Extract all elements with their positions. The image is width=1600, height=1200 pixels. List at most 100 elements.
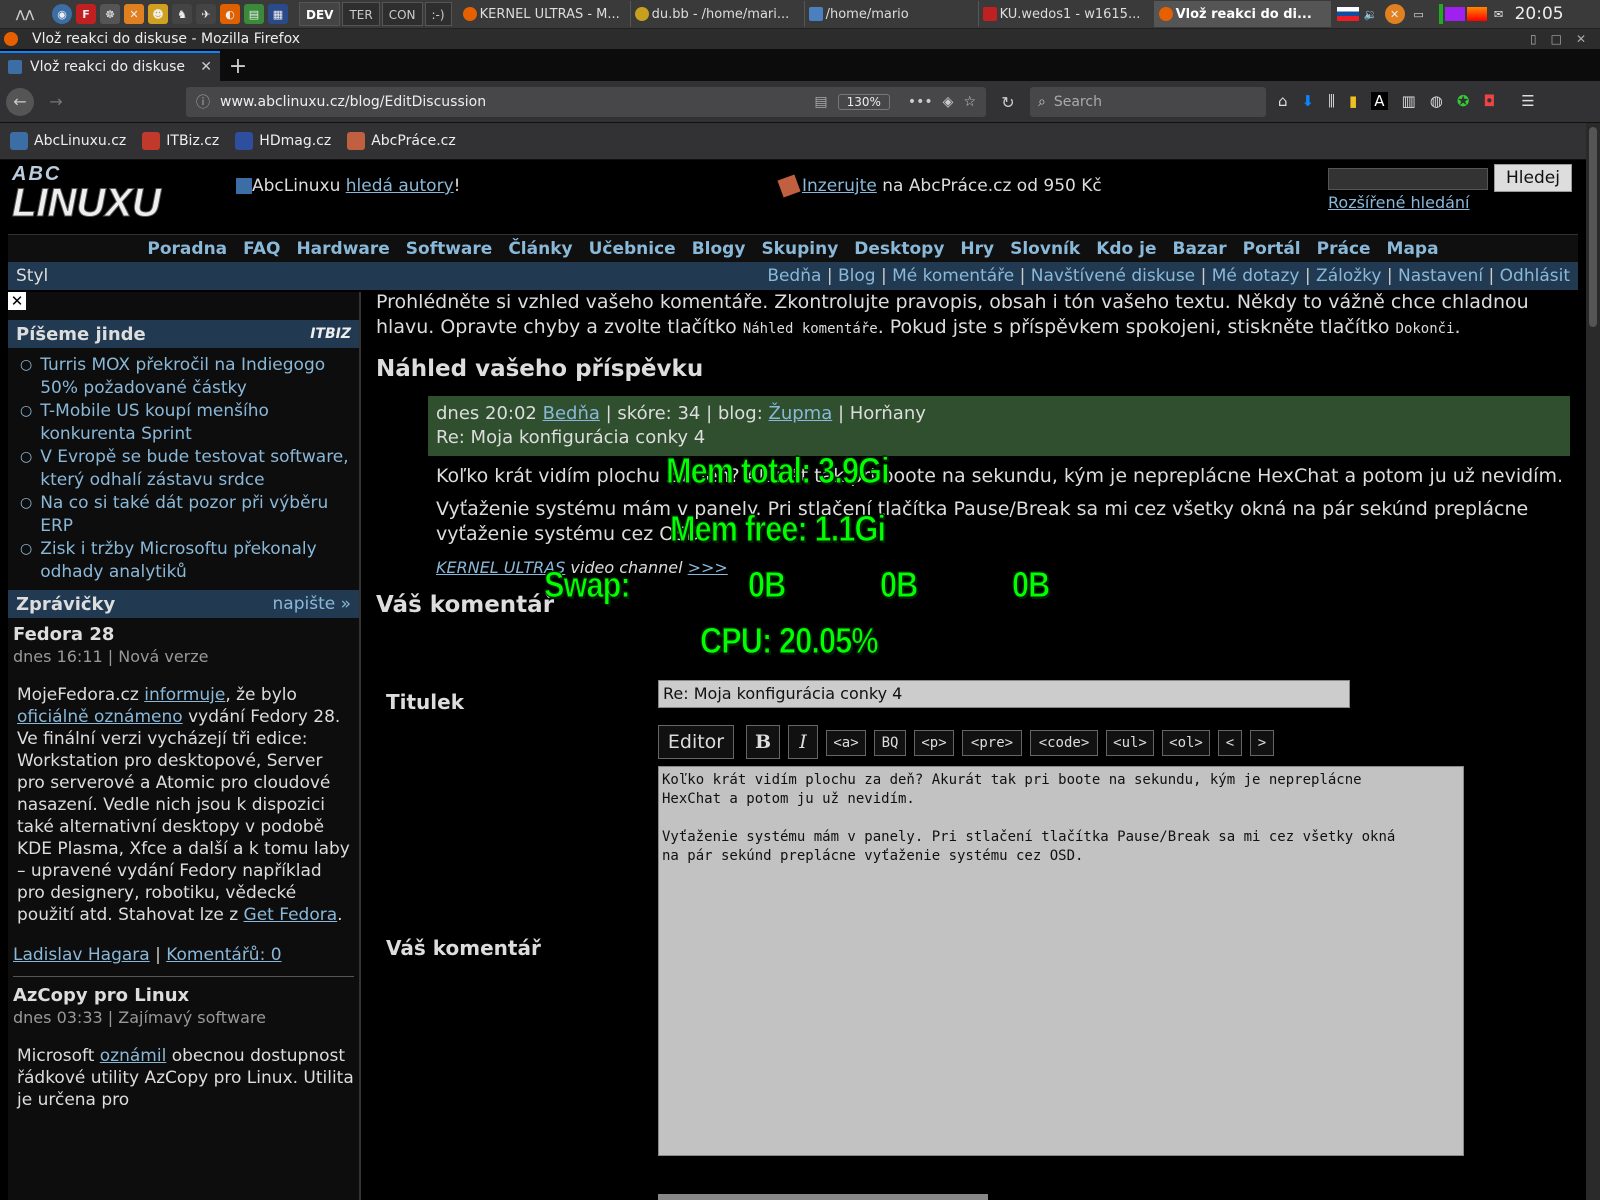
promo-link[interactable]: hledá autory	[346, 176, 454, 196]
menu-item[interactable]: Software	[406, 239, 493, 259]
list-item[interactable]: V Evropě se bude testovat software, kter…	[20, 446, 349, 492]
library-icon[interactable]: ⫼	[1328, 92, 1335, 110]
unordered-list-button[interactable]: <ul>	[1106, 730, 1154, 756]
new-tab-icon[interactable]: +	[220, 51, 256, 81]
keyboard-layout-flag-icon[interactable]	[1336, 7, 1359, 21]
app-icon[interactable]: ▤	[244, 4, 264, 24]
user-menu-item[interactable]: Mé komentáře	[892, 266, 1014, 286]
volume-icon[interactable]: 🔉	[1361, 4, 1381, 24]
menu-icon[interactable]: ☰	[1521, 92, 1534, 110]
menu-item[interactable]: Poradna	[147, 239, 227, 259]
write-news-link[interactable]: napište »	[273, 594, 352, 614]
list-item[interactable]: Na co si také dát pozor při výběru ERP	[20, 492, 349, 538]
list-item[interactable]: Zisk i tržby Microsoftu překonaly odhady…	[20, 538, 349, 584]
search-input[interactable]: ⌕ Search	[1030, 87, 1266, 117]
article-link[interactable]: T-Mobile US koupí menšího konkurenta Spr…	[40, 400, 349, 446]
menu-item[interactable]: Kdo je	[1096, 239, 1156, 259]
menu-item[interactable]: FAQ	[243, 239, 280, 259]
zoom-level[interactable]: 130%	[837, 94, 890, 110]
menu-icon[interactable]: ⋀⋀	[2, 4, 48, 24]
signature-more-link[interactable]: >>>	[688, 558, 728, 577]
menu-item[interactable]: Slovník	[1010, 239, 1080, 259]
title-input[interactable]: Re: Moja konfigurácia conky 4	[658, 680, 1350, 708]
news-link[interactable]: oficiálně oznámeno	[17, 707, 183, 727]
filezilla-icon[interactable]: F	[76, 4, 96, 24]
search-button[interactable]: Hledej	[1494, 164, 1572, 192]
form-buttons[interactable]	[658, 1194, 988, 1200]
extension-icon[interactable]: A	[1371, 92, 1388, 110]
taskbar-item-active[interactable]: Vlož reakci do di...	[1154, 1, 1331, 27]
scrollbar-thumb[interactable]	[1589, 127, 1597, 327]
article-link[interactable]: Zisk i tržby Microsoftu překonaly odhady…	[40, 538, 349, 584]
browser-tab[interactable]: Vlož reakci do diskuse ✕	[0, 51, 220, 81]
screenshot-icon[interactable]: ◘	[1483, 92, 1495, 110]
restore-icon[interactable]: ▯	[1530, 32, 1537, 46]
advanced-search-link[interactable]: Rozšířené hledání	[1328, 193, 1469, 212]
author-link[interactable]: Ladislav Hagara	[13, 945, 150, 965]
comment-textarea[interactable]: Koľko krát vidím plochu za deň? Akurát t…	[658, 766, 1464, 1156]
back-icon[interactable]: ←	[6, 87, 34, 116]
menu-item[interactable]: Články	[508, 239, 572, 259]
user-menu-item[interactable]: Blog	[838, 266, 876, 286]
user-menu-item[interactable]: Nastavení	[1398, 266, 1483, 286]
taskbar-item[interactable]: KERNEL ULTRAS - M...	[459, 1, 631, 27]
workspace-button[interactable]: TER	[342, 2, 380, 26]
user-menu-item[interactable]: Mé dotazy	[1212, 266, 1300, 286]
app-icon[interactable]: ✕	[1384, 4, 1405, 24]
info-icon[interactable]: ⓘ	[196, 92, 210, 112]
user-menu-item[interactable]: Navštívené diskuse	[1031, 266, 1195, 286]
bold-button[interactable]: B	[746, 725, 780, 759]
bookmark-item[interactable]: AbcPráce.cz	[347, 132, 456, 150]
author-link[interactable]: Bedňa	[543, 403, 600, 424]
menu-item[interactable]: Blogy	[692, 239, 746, 259]
less-than-button[interactable]: <	[1218, 730, 1242, 756]
workspace-button[interactable]: DEV	[299, 2, 341, 26]
app-icon[interactable]: ✈	[196, 4, 216, 24]
menu-item[interactable]: Desktopy	[854, 239, 944, 259]
ordered-list-button[interactable]: <ol>	[1162, 730, 1210, 756]
comments-link[interactable]: Komentářů: 0	[166, 945, 281, 965]
reload-icon[interactable]: ↻	[994, 88, 1022, 116]
workspace-button[interactable]: CON	[381, 2, 423, 26]
site-search-input[interactable]	[1328, 168, 1488, 190]
list-item[interactable]: Turris MOX překročil na Indiegogo 50% po…	[20, 354, 349, 400]
app-icon[interactable]: ♞	[172, 4, 192, 24]
news-link[interactable]: Get Fedora	[244, 905, 338, 925]
user-menu-item[interactable]: Záložky	[1316, 266, 1381, 286]
extension-icon[interactable]: ◍	[1430, 92, 1443, 110]
news-link[interactable]: oznámil	[100, 1046, 167, 1066]
close-icon[interactable]: ✕	[1576, 32, 1586, 46]
extension-icon[interactable]: ✪	[1457, 92, 1470, 110]
home-icon[interactable]: ⌂	[1278, 92, 1288, 110]
workspace-button[interactable]: :-)	[424, 2, 452, 26]
close-sidebar-icon[interactable]: ✕	[8, 292, 26, 310]
page-actions-icon[interactable]: •••	[908, 94, 933, 110]
article-link[interactable]: Turris MOX překročil na Indiegogo 50% po…	[40, 354, 349, 400]
network-icon[interactable]: ▭	[1409, 4, 1429, 24]
app-icon[interactable]: ▦	[268, 4, 288, 24]
editor-button[interactable]: Editor	[658, 725, 734, 759]
menu-item[interactable]: Portál	[1243, 239, 1301, 259]
promo-link[interactable]: Inzerujte	[802, 176, 877, 196]
app-icon[interactable]: ☻	[148, 4, 168, 24]
url-bar[interactable]: ⓘ www.abclinuxu.cz/blog/EditDiscussion ▤…	[186, 87, 986, 117]
menu-item[interactable]: Skupiny	[761, 239, 838, 259]
clock[interactable]: 20:05	[1515, 4, 1564, 24]
user-menu-item[interactable]: Odhlásit	[1500, 266, 1570, 286]
bookmark-item[interactable]: ITBiz.cz	[142, 132, 219, 150]
forward-icon[interactable]: →	[42, 88, 70, 116]
news-title[interactable]: AzCopy pro Linux	[13, 985, 354, 1007]
list-item[interactable]: T-Mobile US koupí menšího konkurenta Spr…	[20, 400, 349, 446]
blockquote-button[interactable]: BQ	[874, 730, 906, 756]
article-link[interactable]: Na co si také dát pozor při výběru ERP	[40, 492, 349, 538]
reader-view-icon[interactable]: ▤	[814, 94, 827, 110]
downloads-icon[interactable]: ⬇	[1302, 92, 1315, 110]
pocket-icon[interactable]: ◈	[943, 94, 954, 110]
menu-item[interactable]: Mapa	[1387, 239, 1439, 259]
app-icon[interactable]: ☸	[100, 4, 120, 24]
page-scrollbar[interactable]	[1586, 123, 1600, 1200]
news-link[interactable]: informuje	[144, 685, 225, 705]
article-link[interactable]: V Evropě se bude testovat software, kter…	[40, 446, 349, 492]
extension-icon[interactable]: ▮	[1349, 92, 1357, 110]
style-link[interactable]: Styl	[16, 266, 48, 286]
